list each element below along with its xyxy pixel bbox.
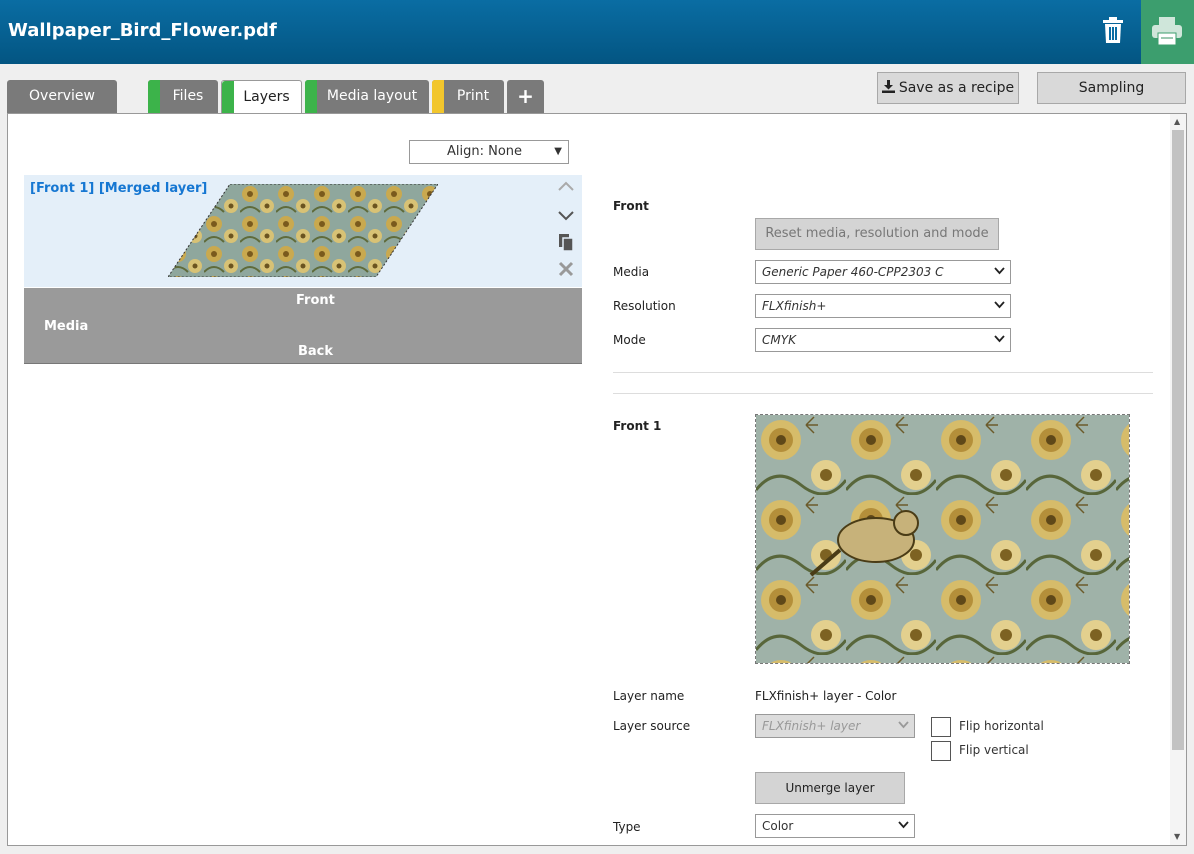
tab-files[interactable]: Files <box>148 80 218 113</box>
save-as-recipe-label: Save as a recipe <box>898 80 1015 96</box>
print-button[interactable] <box>1141 0 1194 64</box>
layer-name-value: FLXfinish+ layer - Color <box>755 689 897 703</box>
layer-preview-image <box>755 414 1130 664</box>
resolution-label: Resolution <box>613 299 676 313</box>
flip-horizontal-checkbox[interactable] <box>931 717 951 737</box>
media-bar-back: Back <box>298 344 334 359</box>
copy-icon[interactable] <box>556 232 576 252</box>
layer-source-select[interactable]: FLXfinish+ layer <box>755 714 915 738</box>
tab-layers-label: Layers <box>243 89 290 105</box>
tab-overview[interactable]: Overview <box>7 80 117 113</box>
mode-value: CMYK <box>762 333 796 347</box>
scrollbar-thumb[interactable] <box>1172 130 1184 750</box>
front-heading: Front <box>613 199 649 213</box>
mode-label: Mode <box>613 333 646 347</box>
tab-media-layout-label: Media layout <box>326 88 418 104</box>
layer-source-value: FLXfinish+ layer <box>762 719 861 733</box>
download-icon <box>881 80 895 93</box>
sampling-button[interactable]: Sampling <box>1037 72 1186 104</box>
flip-horizontal-label: Flip horizontal <box>959 719 1044 733</box>
layer-heading: Front 1 <box>613 419 662 433</box>
type-select[interactable]: Color <box>755 814 915 838</box>
tab-layers[interactable]: Layers <box>221 80 302 114</box>
mode-select[interactable]: CMYK <box>755 328 1011 352</box>
media-label: Media <box>613 265 650 279</box>
layer-source-label: Layer source <box>613 719 691 733</box>
save-as-recipe-button[interactable]: Save as a recipe <box>877 72 1019 104</box>
divider <box>613 393 1153 394</box>
layer-name-label: Layer name <box>613 689 685 703</box>
layers-panel: Align: None ▼ [Front 1] [Merged layer] F… <box>7 113 1187 846</box>
align-value: Align: None <box>447 144 523 159</box>
scroll-up-icon[interactable]: ▲ <box>1174 117 1180 126</box>
caret-down-icon: ▼ <box>554 146 562 157</box>
close-icon[interactable] <box>556 259 576 279</box>
sampling-label: Sampling <box>1078 80 1145 96</box>
tab-print-label: Print <box>456 88 490 104</box>
layer-thumbnail <box>168 184 438 277</box>
tab-media-layout[interactable]: Media layout <box>305 80 429 113</box>
type-value: Color <box>762 819 794 833</box>
tab-files-label: Files <box>172 88 204 104</box>
chevron-down-icon <box>994 301 1005 309</box>
chevron-down-icon <box>994 335 1005 343</box>
status-stripe <box>305 80 317 113</box>
printer-icon <box>1152 17 1182 46</box>
vertical-scrollbar[interactable]: ▲ ▼ <box>1170 114 1186 845</box>
resolution-value: FLXfinish+ <box>762 299 827 313</box>
media-value: Generic Paper 460-CPP2303 C <box>762 265 944 279</box>
reset-media-button[interactable]: Reset media, resolution and mode <box>755 218 999 250</box>
add-tab-label: + <box>517 84 534 108</box>
unmerge-layer-button[interactable]: Unmerge layer <box>755 772 905 804</box>
chevron-down-icon <box>994 267 1005 275</box>
media-bar: Front Media Back <box>24 288 582 364</box>
tab-overview-label: Overview <box>29 88 95 104</box>
status-stripe <box>432 80 444 113</box>
trash-icon[interactable] <box>1101 16 1129 46</box>
align-select[interactable]: Align: None ▼ <box>409 140 569 164</box>
chevron-down-icon[interactable] <box>556 205 576 225</box>
media-bar-front: Front <box>296 293 335 308</box>
media-select[interactable]: Generic Paper 460-CPP2303 C <box>755 260 1011 284</box>
layer-list-item[interactable]: [Front 1] [Merged layer] <box>24 175 582 287</box>
media-bar-media: Media <box>44 319 89 334</box>
chevron-up-icon[interactable] <box>556 177 576 197</box>
type-label: Type <box>613 820 641 834</box>
flip-vertical-checkbox[interactable] <box>931 741 951 761</box>
scroll-down-icon[interactable]: ▼ <box>1174 832 1180 841</box>
chevron-down-icon <box>898 821 909 829</box>
status-stripe <box>148 80 160 113</box>
divider <box>613 372 1153 373</box>
chevron-down-icon <box>898 721 909 729</box>
resolution-select[interactable]: FLXfinish+ <box>755 294 1011 318</box>
status-stripe <box>222 81 234 114</box>
tab-print[interactable]: Print <box>432 80 504 113</box>
title-bar: Wallpaper_Bird_Flower.pdf <box>0 0 1194 64</box>
add-tab-button[interactable]: + <box>507 80 544 113</box>
flip-vertical-label: Flip vertical <box>959 743 1029 757</box>
window-title: Wallpaper_Bird_Flower.pdf <box>8 20 277 41</box>
